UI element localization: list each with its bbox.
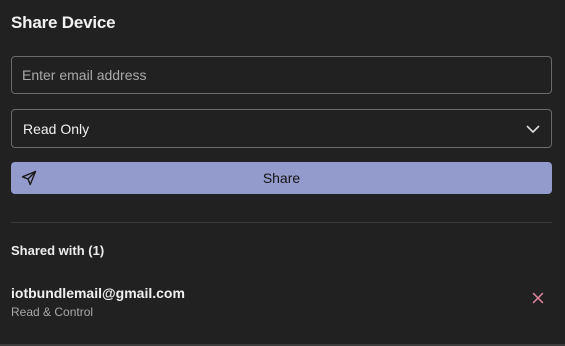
share-button[interactable]: Share bbox=[11, 162, 552, 194]
dialog-title: Share Device bbox=[11, 13, 116, 32]
section-divider bbox=[11, 222, 552, 223]
shared-with-heading: Shared with (1) bbox=[11, 243, 105, 258]
shared-user-item: iotbundlemail@gmail.com Read & Control bbox=[11, 285, 552, 323]
remove-share-button[interactable] bbox=[530, 292, 546, 308]
permission-select[interactable]: Read Only bbox=[11, 109, 552, 148]
chevron-down-icon bbox=[525, 121, 541, 137]
share-button-label: Share bbox=[262, 170, 301, 186]
shared-user-permission: Read & Control bbox=[11, 305, 94, 319]
email-input[interactable] bbox=[11, 56, 552, 94]
send-icon bbox=[21, 170, 37, 186]
shared-user-email: iotbundlemail@gmail.com bbox=[11, 285, 185, 301]
close-icon bbox=[532, 291, 544, 309]
permission-select-value: Read Only bbox=[23, 120, 90, 137]
